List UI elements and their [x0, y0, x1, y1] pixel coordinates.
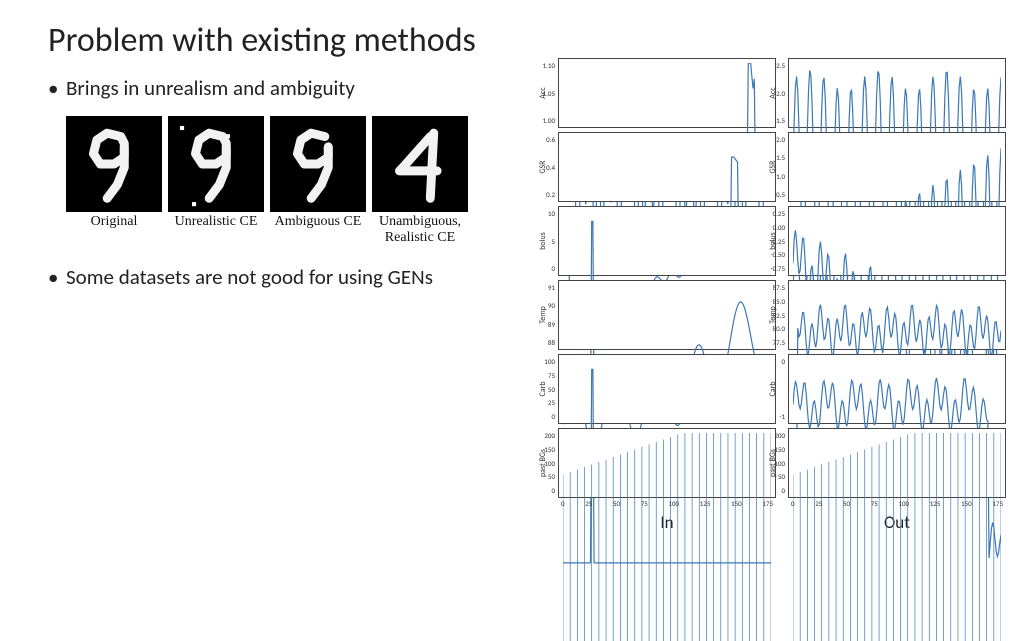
- chart-panel: GSR2.01.51.00.5: [788, 132, 1006, 202]
- chart-yticks: 1007550250: [533, 355, 555, 423]
- page-title: Problem with existing methods: [48, 20, 984, 61]
- chart-panel: past BGs2001501005000255075100125150175: [788, 428, 1006, 498]
- chart-panel: Carb0-1: [788, 354, 1006, 424]
- chart-yticks: 0-1: [763, 355, 785, 423]
- timeseries-charts: Acc1.101.051.00GSR0.60.40.2bolus1050Temp…: [558, 58, 1006, 533]
- digit-caption: Ambiguous CE: [275, 214, 362, 230]
- bullet-item: Some datasets are not good for using GEN…: [48, 264, 468, 291]
- chart-column-in: Acc1.101.051.00GSR0.60.40.2bolus1050Temp…: [558, 58, 776, 533]
- chart-yticks: 1050: [533, 207, 555, 275]
- chart-xticks: 0255075100125150175: [789, 499, 1005, 508]
- digit-example: Original: [66, 116, 162, 246]
- chart-yticks: 200150100500: [763, 429, 785, 497]
- chart-column-out: Acc2.52.01.5GSR2.01.51.00.5bolus0.250.00…: [788, 58, 1006, 533]
- sparkline: [793, 433, 1001, 641]
- chart-panel: bolus0.250.00-0.25-0.50-0.75: [788, 206, 1006, 276]
- chart-panel: Acc1.101.051.00: [558, 58, 776, 128]
- chart-panel: Carb1007550250: [558, 354, 776, 424]
- chart-panel: GSR0.60.40.2: [558, 132, 776, 202]
- chart-yticks: 200150100500: [533, 429, 555, 497]
- chart-panel: Acc2.52.01.5: [788, 58, 1006, 128]
- chart-yticks: 0.60.40.2: [533, 133, 555, 201]
- digit-example: Unrealistic CE: [168, 116, 264, 246]
- chart-panel: Temp87.585.082.580.077.5: [788, 280, 1006, 350]
- sparkline: [563, 433, 771, 641]
- chart-panel: bolus1050: [558, 206, 776, 276]
- digit-caption: Unambiguous, Realistic CE: [372, 214, 468, 246]
- digit-image: [66, 116, 162, 212]
- chart-yticks: 91908988: [533, 281, 555, 349]
- chart-xticks: 0255075100125150175: [559, 499, 775, 508]
- digit-image: [270, 116, 366, 212]
- digit-example: Ambiguous CE: [270, 116, 366, 246]
- digit-caption: Unrealistic CE: [175, 214, 258, 230]
- digit-image: [372, 116, 468, 212]
- chart-yticks: 87.585.082.580.077.5: [763, 281, 785, 349]
- chart-yticks: 0.250.00-0.25-0.50-0.75: [763, 207, 785, 275]
- chart-yticks: 1.101.051.00: [533, 59, 555, 127]
- chart-yticks: 2.52.01.5: [763, 59, 785, 127]
- chart-panel: Temp91908988: [558, 280, 776, 350]
- chart-yticks: 2.01.51.00.5: [763, 133, 785, 201]
- digit-image: [168, 116, 264, 212]
- digit-example: Unambiguous, Realistic CE: [372, 116, 468, 246]
- digit-caption: Original: [91, 214, 138, 230]
- chart-panel: past BGs2001501005000255075100125150175: [558, 428, 776, 498]
